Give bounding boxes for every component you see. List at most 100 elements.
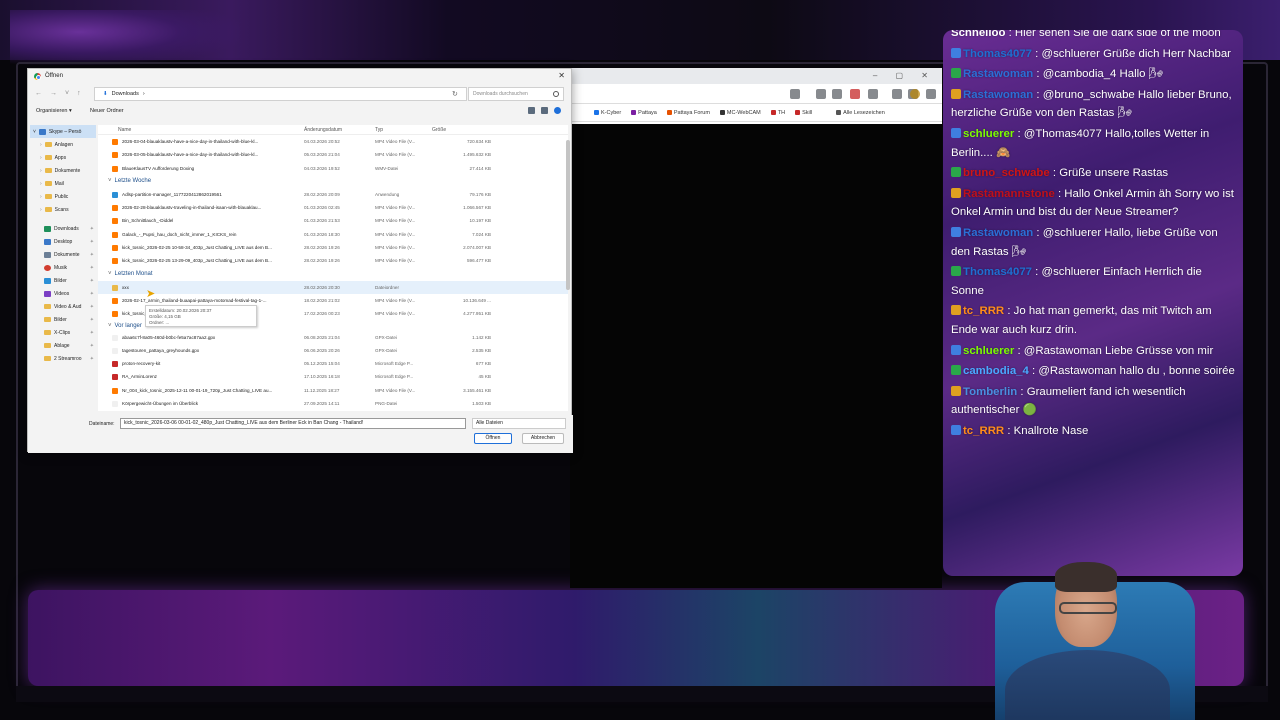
address-bar[interactable]: ⬇ Downloads › [94,87,467,101]
file-row[interactable]: 2026-03-04-blauaklaustv-have-a-nice-day-… [98,135,568,148]
extension-icon[interactable] [850,89,860,99]
chat-username[interactable]: bruno_schwabe [963,167,1050,179]
sidebar-item-bilder-2[interactable]: Bilder ✦ [30,313,96,326]
sidebar-item-skype[interactable]: ˅ Skype – Persö [30,125,96,138]
new-folder-button[interactable]: Neuer Ordner [90,108,124,114]
scrollbar[interactable] [566,140,570,290]
chat-username[interactable]: Tomberlin [963,386,1017,398]
file-row[interactable]: kick_tosnic_2026-02-25 13-29-09_403p_Jus… [98,254,568,267]
sidebar-item-2-streamroom[interactable]: 2 Streamroo ✦ [30,352,96,365]
file-row[interactable]: kick_tosnic_2026-02-25 10-58-34_403p_Jus… [98,241,568,254]
chevron-down-icon[interactable]: ˅ [33,129,36,135]
bookmark-item[interactable]: K-Cyber [594,110,621,116]
refresh-icon[interactable]: ↻ [452,90,458,98]
file-icon [112,165,118,172]
sidebar-item-public[interactable]: › Public [30,190,96,203]
chat-username[interactable]: Rastawoman [963,68,1033,80]
column-header-size[interactable]: Größe [432,127,446,133]
column-header-date[interactable]: Änderungsdatum [304,127,342,133]
close-button[interactable]: ✕ [558,71,565,80]
file-row[interactable]: Körpergewicht-Übungen im Überblick 27.09.… [98,397,568,410]
file-type-select[interactable]: Alle Dateien [472,418,566,429]
sidebar-item-video-audio[interactable]: Video & Aud ✦ [30,300,96,313]
up-icon[interactable]: ↑ [77,90,81,97]
sidebar-item-label: Bilder [54,316,67,323]
file-row[interactable]: 2026-03-05-blauaklaustv-have-a-nice-day-… [98,148,568,161]
extension-icon[interactable] [868,89,878,99]
chevron-down-icon[interactable]: ˅ [108,271,112,277]
chat-username[interactable]: Rastawoman [963,89,1033,101]
sidebar-item-desktop[interactable]: Desktop ✦ [30,235,96,248]
chat-username[interactable]: cambodia_4 [963,365,1029,377]
sidebar-item-x-clips[interactable]: X-Clips ✦ [30,326,96,339]
sidebar-item-dokumente[interactable]: › Dokumente [30,164,96,177]
star-icon[interactable] [790,89,800,99]
chat-username[interactable]: Rastawoman [963,227,1033,239]
file-row[interactable]: BlaueKlausTV Aufforderung Doxing 04.03.20… [98,162,568,175]
chevron-right-icon[interactable]: › [143,91,145,97]
chat-username[interactable]: Rastamannstone [963,188,1055,200]
breadcrumb-downloads[interactable]: Downloads [112,91,139,97]
sidebar-item-videos[interactable]: Videos ✦ [30,287,96,300]
chat-username[interactable]: Schnelloo [951,30,1005,39]
chat-username[interactable]: Thomas4077 [963,266,1032,278]
view-options-icon[interactable] [528,107,535,114]
column-header-name[interactable]: Name [118,127,131,133]
bookmark-item-all[interactable]: Alle Lesezeichen [836,110,885,116]
extension-icon[interactable] [816,89,826,99]
file-row[interactable]: proton-recovery-kit 05.12.2025 15:04 Micro… [98,357,568,370]
file-row[interactable]: RA_ArminLorenz 17.10.2025 16:18 Microsoft … [98,370,568,383]
file-row[interactable]: Nr_004_kick_tosnic_2025-12-11 00-01-19_7… [98,384,568,397]
bookmark-item[interactable]: TH [770,110,785,116]
bookmark-item[interactable]: Pattaya [631,110,657,116]
menu-icon[interactable] [926,89,936,99]
bookmark-item[interactable]: Pattaya Forum [666,110,710,116]
search-input[interactable]: Downloads durchsuchen [468,87,564,101]
file-row[interactable]: Bin_Schnittlauch_-Diddel 01.03.2026 21:53… [98,214,568,227]
help-icon[interactable] [554,107,561,114]
chat-username[interactable]: schluerer [963,345,1014,357]
preview-pane-icon[interactable] [541,107,548,114]
browser-titlebar[interactable]: – ▢ ✕ [570,68,942,84]
sidebar-item-scans[interactable]: › Scans [30,203,96,216]
sidebar-item-bilder[interactable]: Bilder ✦ [30,274,96,287]
chevron-down-icon[interactable]: ˅ [65,90,69,97]
chat-username[interactable]: schluerer [963,128,1014,140]
chevron-down-icon[interactable]: ˅ [108,178,112,184]
download-icon[interactable] [892,89,902,99]
file-row[interactable]: tagestouren_pattaya_greyhounds.gpx 06.06.… [98,344,568,357]
sidebar-item-musik[interactable]: Musik ✦ [30,261,96,274]
sidebar-item-anlagen[interactable]: › Anlagen [30,138,96,151]
sidebar-item-mail[interactable]: › Mail [30,177,96,190]
back-icon[interactable]: ← [35,90,42,97]
file-size: 79.176 KB [469,191,491,197]
chat-username[interactable]: Thomas4077 [963,48,1032,60]
file-row[interactable]: abaa6c7f-8a05-460d-b0bc-fe5a7ac87aa2.gpx… [98,331,568,344]
file-row[interactable]: Galack_-_Pupsi_hau_doch_nicht_immer_1_KI… [98,228,568,241]
avatar[interactable] [910,89,920,99]
group-header-last-week[interactable]: ˅ Letzte Woche [98,175,568,188]
sidebar-item-ablage[interactable]: Ablage ✦ [30,339,96,352]
browser-window[interactable]: – ▢ ✕ K-Cyber Pattaya Pattaya Forum MC-W… [570,68,942,588]
open-button[interactable]: Öffnen [474,433,512,444]
file-row[interactable]: xxx 28.02.2026 20:30 Dateiordner [98,280,568,294]
dialog-titlebar[interactable]: Öffnen ✕ [28,69,571,83]
sidebar-item-downloads[interactable]: Downloads ✦ [30,222,96,235]
cancel-button[interactable]: Abbrechen [522,433,564,444]
group-header-last-month[interactable]: ˅ Letzten Monat [98,268,568,281]
window-controls[interactable]: – ▢ ✕ [873,71,936,80]
bookmark-item[interactable]: MC-WebCAM [719,110,761,116]
chat-username[interactable]: tc_RRR [963,305,1004,317]
sidebar-item-dokumente[interactable]: Dokumente ✦ [30,248,96,261]
file-row[interactable]: 2026-02-28-blauaklaustv-traveling-in-tha… [98,201,568,214]
chevron-down-icon[interactable]: ˅ [108,323,112,329]
bookmark-item[interactable]: Skill [795,110,812,116]
extension-icon[interactable] [832,89,842,99]
chat-username[interactable]: tc_RRR [963,425,1004,437]
column-header-type[interactable]: Typ [375,127,383,133]
organize-button[interactable]: Organisieren ▾ [36,108,72,114]
sidebar-item-apps[interactable]: › Apps [30,151,96,164]
file-row[interactable]: Adlsp-partition-manager_1177220412862019… [98,188,568,201]
filename-input[interactable]: kick_tosnic_2026-03-06 00-01-02_480p_Jus… [120,418,466,429]
forward-icon[interactable]: → [50,90,57,97]
